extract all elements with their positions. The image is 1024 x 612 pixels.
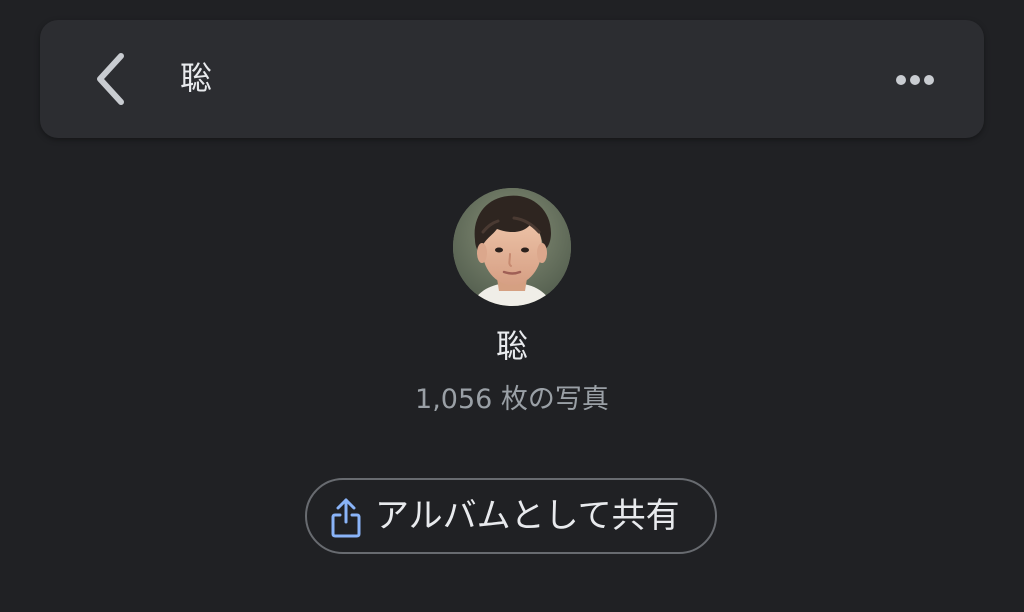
chevron-left-icon bbox=[97, 53, 124, 105]
person-face-photo bbox=[453, 188, 571, 306]
share-icon bbox=[330, 497, 362, 539]
back-button[interactable] bbox=[84, 47, 136, 111]
more-horizontal-icon bbox=[896, 75, 934, 85]
share-as-album-label: アルバムとして共有 bbox=[375, 496, 680, 536]
person-name: 聡 bbox=[495, 327, 528, 365]
page-title: 聡 bbox=[180, 59, 213, 97]
photo-count: 1,056 枚の写真 bbox=[415, 384, 609, 415]
avatar[interactable] bbox=[453, 188, 571, 306]
more-options-button[interactable] bbox=[886, 58, 944, 102]
people-album-screen: 聡 聡 1,056 枚の写真 アルバムとして共有 bbox=[0, 0, 1024, 612]
